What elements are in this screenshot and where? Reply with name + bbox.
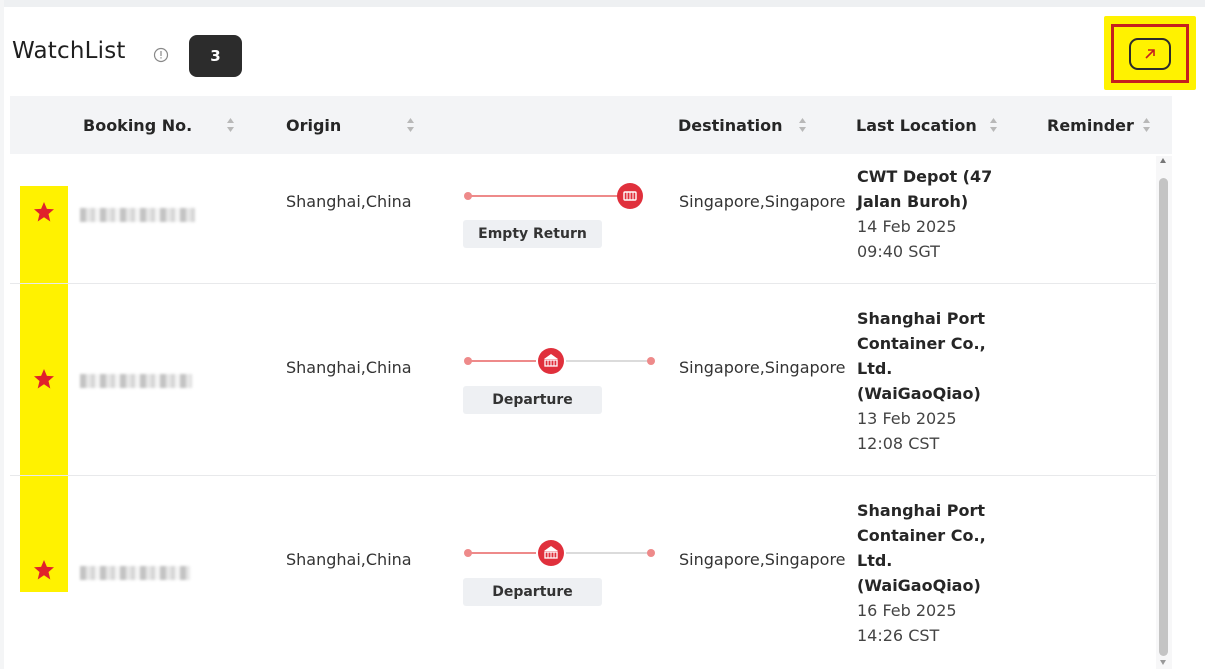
column-header-last-location[interactable]: Last Location [856,96,998,154]
sort-icon[interactable] [989,116,998,134]
shipment-progress-bar [464,348,655,374]
last-location-date: 14 Feb 2025 [857,217,957,236]
column-label-origin: Origin [286,115,342,135]
column-label-last-location: Last Location [856,115,977,135]
column-label-destination: Destination [678,115,783,135]
last-location-date: 16 Feb 2025 [857,601,957,620]
last-location-name: CWT Depot (47 Jalan Buroh) [857,167,993,211]
star-icon[interactable] [32,558,56,582]
last-location-date: 13 Feb 2025 [857,409,957,428]
status-badge: Departure [463,386,602,414]
shipment-progress-bar [464,183,643,209]
sort-icon[interactable] [798,116,807,134]
last-location-name: Shanghai Port Container Co., Ltd. (WaiGa… [857,309,986,403]
status-badge: Empty Return [463,220,602,248]
watchlist-count-badge: 3 [189,35,242,77]
star-icon[interactable] [32,367,56,391]
page-title: WatchList [12,38,126,64]
column-header-booking-no[interactable]: Booking No. [83,96,235,154]
destination-cell: Singapore,Singapore [679,550,846,569]
column-header-origin[interactable]: Origin [286,96,415,154]
column-header-destination[interactable]: Destination [678,96,807,154]
expand-frame [1129,37,1171,70]
shipment-progress-bar [464,540,655,566]
scrollbar-thumb[interactable] [1159,178,1168,656]
sort-icon[interactable] [406,116,415,134]
column-header-reminder[interactable]: Reminder [1047,96,1151,154]
table-header: Booking No. Origin Destination Last Loca… [10,96,1172,154]
origin-cell: Shanghai,China [286,192,412,211]
sort-icon[interactable] [1142,116,1151,134]
info-circle-icon[interactable] [153,47,169,63]
booking-number-redacted[interactable] [80,374,192,388]
last-location-cell: Shanghai Port Container Co., Ltd. (WaiGa… [857,498,1007,648]
star-icon[interactable] [32,200,56,224]
scroll-up-arrow-icon[interactable] [1160,158,1166,163]
last-location-cell: Shanghai Port Container Co., Ltd. (WaiGa… [857,306,1007,456]
row-divider [10,283,1160,284]
last-location-time: 14:26 CST [857,626,940,645]
last-location-cell: CWT Depot (47 Jalan Buroh) 14 Feb 2025 0… [857,164,1007,264]
top-border [0,0,1205,7]
external-link-arrow-icon [1145,48,1155,59]
status-badge: Departure [463,578,602,606]
sort-icon[interactable] [226,116,235,134]
last-location-time: 09:40 SGT [857,242,940,261]
column-label-booking-no: Booking No. [83,115,193,135]
row-divider [10,475,1160,476]
column-label-reminder: Reminder [1047,115,1134,135]
origin-cell: Shanghai,China [286,358,412,377]
expand-button[interactable] [1111,24,1189,83]
scroll-down-arrow-icon[interactable] [1160,660,1166,665]
booking-number-redacted[interactable] [80,566,190,580]
left-border [0,0,4,669]
last-location-name: Shanghai Port Container Co., Ltd. (WaiGa… [857,501,986,595]
destination-cell: Singapore,Singapore [679,192,846,211]
origin-cell: Shanghai,China [286,550,412,569]
last-location-time: 12:08 CST [857,434,940,453]
booking-number-redacted[interactable] [80,208,195,222]
destination-cell: Singapore,Singapore [679,358,846,377]
